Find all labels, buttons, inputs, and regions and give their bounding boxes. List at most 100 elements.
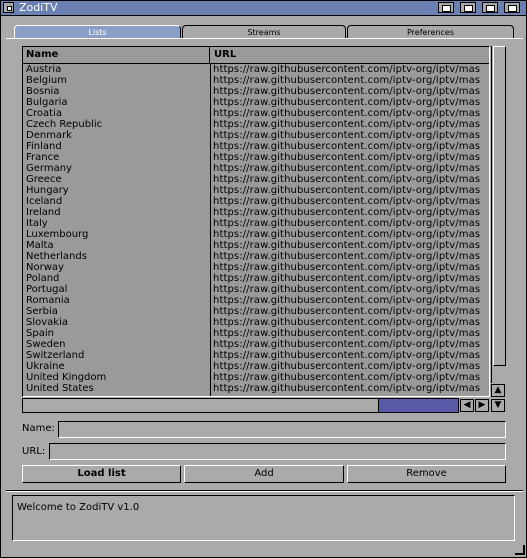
list-item[interactable]: France https://raw.githubusercontent.com/… [23, 152, 489, 163]
list-item[interactable]: Denmark https://raw.githubusercontent.com… [23, 130, 489, 141]
horizontal-scroll-knob[interactable] [23, 399, 379, 412]
list-item-url: https://raw.githubusercontent.com/iptv-o… [213, 196, 481, 207]
list-item[interactable]: Malta https://raw.githubusercontent.com/i… [23, 240, 489, 251]
list-item-url: https://raw.githubusercontent.com/iptv-o… [213, 97, 481, 108]
list-item-url: https://raw.githubusercontent.com/iptv-o… [213, 218, 481, 229]
list-item-name: Norway [26, 262, 64, 273]
list-item-url: https://raw.githubusercontent.com/iptv-o… [213, 306, 481, 317]
list-item[interactable]: Austria https://raw.githubusercontent.com… [23, 64, 489, 75]
list-item[interactable]: Sweden https://raw.githubusercontent.com/… [23, 339, 489, 350]
list-item-url: https://raw.githubusercontent.com/iptv-o… [213, 383, 481, 394]
list-item-url: https://raw.githubusercontent.com/iptv-o… [213, 141, 481, 152]
list-item-url: https://raw.githubusercontent.com/iptv-o… [213, 75, 481, 86]
separator [6, 490, 523, 492]
list-item[interactable]: Greece https://raw.githubusercontent.com/… [23, 174, 489, 185]
zoom-gadget-icon[interactable] [482, 2, 498, 13]
list-item[interactable]: Switzerland https://raw.githubusercontent… [23, 350, 489, 361]
list-item[interactable]: Poland https://raw.githubusercontent.com/… [23, 273, 489, 284]
add-button[interactable]: Add [184, 465, 344, 483]
list-item-url: https://raw.githubusercontent.com/iptv-o… [213, 64, 481, 75]
tab-lists[interactable]: Lists [14, 25, 181, 38]
list-item-name: United States [26, 383, 94, 394]
list-item-url: https://raw.githubusercontent.com/iptv-o… [213, 350, 481, 361]
horizontal-scrollbar[interactable] [22, 398, 459, 413]
list-item[interactable]: Italy https://raw.githubusercontent.com/i… [23, 218, 489, 229]
list-item-name: Ukraine [26, 361, 65, 372]
list-item-url: https://raw.githubusercontent.com/iptv-o… [213, 361, 481, 372]
name-label: Name: [22, 423, 55, 434]
list-item[interactable]: Ukraine https://raw.githubusercontent.com… [23, 361, 489, 372]
list-item[interactable]: United States https://raw.githubuserconte… [23, 383, 489, 394]
list-item-name: Denmark [26, 130, 72, 141]
list-item[interactable]: Portugal https://raw.githubusercontent.co… [23, 284, 489, 295]
vertical-scroll-knob[interactable] [493, 46, 506, 366]
list-item[interactable]: Spain https://raw.githubusercontent.com/i… [23, 328, 489, 339]
app-window: ZodiTV Lists Streams Preferences Name UR… [0, 0, 527, 558]
load-list-button[interactable]: Load list [22, 465, 181, 483]
list-item-url: https://raw.githubusercontent.com/iptv-o… [213, 273, 481, 284]
list-item[interactable]: Ireland https://raw.githubusercontent.com… [23, 207, 489, 218]
list-item[interactable]: United Kingdom https://raw.githubusercont… [23, 372, 489, 383]
list-item[interactable]: Bosnia https://raw.githubusercontent.com/… [23, 86, 489, 97]
list-item-url: https://raw.githubusercontent.com/iptv-o… [213, 185, 481, 196]
list-item[interactable]: Serbia https://raw.githubusercontent.com/… [23, 306, 489, 317]
url-field[interactable] [49, 443, 506, 460]
scroll-right-icon[interactable]: ▶ [475, 399, 489, 412]
list-item-name: Austria [26, 64, 62, 75]
list-item-name: Netherlands [26, 251, 87, 262]
list-item-name: Greece [26, 174, 62, 185]
iconify-gadget-icon[interactable] [438, 2, 454, 13]
title-bar[interactable]: ZodiTV [1, 1, 526, 16]
list-item-url: https://raw.githubusercontent.com/iptv-o… [213, 262, 481, 273]
list-item[interactable]: Slovakia https://raw.githubusercontent.co… [23, 317, 489, 328]
list-item-name: Luxembourg [26, 229, 89, 240]
scroll-up-icon[interactable]: ▲ [491, 384, 505, 397]
column-header-name[interactable]: Name [23, 47, 210, 63]
list-item-url: https://raw.githubusercontent.com/iptv-o… [213, 130, 481, 141]
list-item-name: Slovakia [26, 317, 68, 328]
list-item[interactable]: Hungary https://raw.githubusercontent.com… [23, 185, 489, 196]
window-title: ZodiTV [19, 1, 58, 14]
list-item-name: Serbia [26, 306, 58, 317]
remove-button[interactable]: Remove [347, 465, 506, 483]
list-item-name: Malta [26, 240, 54, 251]
depth-gadget-icon[interactable] [504, 2, 520, 13]
name-field[interactable] [58, 421, 506, 438]
list-item-name: Poland [26, 273, 60, 284]
list-item[interactable]: Belgium https://raw.githubusercontent.com… [23, 75, 489, 86]
list-item[interactable]: Netherlands https://raw.githubusercontent… [23, 251, 489, 262]
tab-streams[interactable]: Streams [182, 25, 346, 38]
list-item-url: https://raw.githubusercontent.com/iptv-o… [213, 284, 481, 295]
list-item[interactable]: Iceland https://raw.githubusercontent.com… [23, 196, 489, 207]
list-item[interactable]: Romania https://raw.githubusercontent.com… [23, 295, 489, 306]
close-gadget-icon[interactable] [3, 2, 14, 13]
list-item-url: https://raw.githubusercontent.com/iptv-o… [213, 229, 481, 240]
list-item-name: United Kingdom [26, 372, 107, 383]
snapshot-gadget-icon[interactable] [460, 2, 476, 13]
list-item-name: Sweden [26, 339, 66, 350]
list-item[interactable]: Croatia https://raw.githubusercontent.com… [23, 108, 489, 119]
url-label: URL: [22, 446, 46, 457]
list-item[interactable]: Luxembourg https://raw.githubusercontent.… [23, 229, 489, 240]
list-item-name: Hungary [26, 185, 69, 196]
resize-gadget-icon[interactable] [515, 545, 525, 555]
list-item-name: Finland [26, 141, 62, 152]
list-item[interactable]: Czech Republic https://raw.githubusercont… [23, 119, 489, 130]
column-header-url[interactable]: URL [211, 47, 489, 63]
list-item[interactable]: Finland https://raw.githubusercontent.com… [23, 141, 489, 152]
list-item-name: Portugal [26, 284, 68, 295]
list-item-name: Iceland [26, 196, 63, 207]
vertical-scrollbar[interactable] [491, 46, 507, 383]
list-item-url: https://raw.githubusercontent.com/iptv-o… [213, 372, 481, 383]
scroll-left-icon[interactable]: ◀ [460, 399, 474, 412]
list-item[interactable]: Germany https://raw.githubusercontent.com… [23, 163, 489, 174]
scroll-down-icon[interactable]: ▼ [491, 399, 505, 412]
tab-divider [6, 38, 523, 39]
lists-listview[interactable]: Name URL Austria https://raw.githubuserco… [22, 46, 490, 397]
list-item[interactable]: Norway https://raw.githubusercontent.com/… [23, 262, 489, 273]
list-item-url: https://raw.githubusercontent.com/iptv-o… [213, 328, 481, 339]
tab-preferences[interactable]: Preferences [347, 25, 514, 38]
list-item-url: https://raw.githubusercontent.com/iptv-o… [213, 240, 481, 251]
list-item-name: Bosnia [26, 86, 60, 97]
list-item[interactable]: Bulgaria https://raw.githubusercontent.co… [23, 97, 489, 108]
